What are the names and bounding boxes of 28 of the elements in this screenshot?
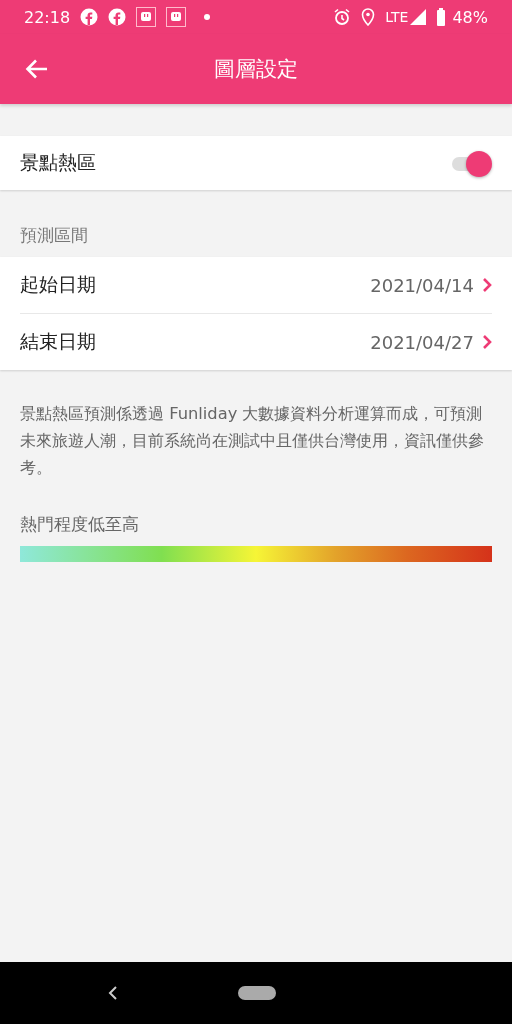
battery-icon xyxy=(436,8,447,26)
date-row[interactable]: 結束日期 2021/04/27 xyxy=(20,313,492,370)
date-value: 2021/04/14 xyxy=(370,274,474,296)
back-nav-button[interactable] xyxy=(106,984,120,1002)
toggle-switch[interactable] xyxy=(452,150,492,176)
date-label: 起始日期 xyxy=(20,272,97,297)
setting-label: 景點熱區 xyxy=(20,150,97,175)
location-icon xyxy=(361,8,376,26)
facebook-icon xyxy=(80,8,99,26)
date-row[interactable]: 起始日期 2021/04/14 xyxy=(20,257,492,313)
network-type: LTE xyxy=(385,9,409,25)
home-pill-button[interactable] xyxy=(238,986,276,1000)
chevron-icon xyxy=(482,277,492,293)
page-title: 圖層設定 xyxy=(214,56,298,83)
date-label: 結束日期 xyxy=(20,329,97,354)
dot-icon xyxy=(204,14,211,20)
battery-percent: 48% xyxy=(452,7,488,27)
alarm-icon xyxy=(333,8,352,26)
section-label: 預測區間 xyxy=(20,224,88,247)
facebook-icon xyxy=(108,8,127,26)
legend-label: 熱門程度低至高 xyxy=(20,513,139,536)
description-text: 景點熱區預測係透過 Funliday 大數據資料分析運算而成，可預測未來旅遊人潮，目前系統尚在測試中且僅供台灣使用，資訊僅供參考。 xyxy=(20,403,485,479)
date-value: 2021/04/27 xyxy=(370,331,474,353)
clock: 22:18 xyxy=(24,7,71,27)
signal-icon xyxy=(410,9,427,25)
app-notification-icon xyxy=(166,7,187,27)
app-notification-icon xyxy=(136,7,157,27)
chevron-icon xyxy=(482,334,492,350)
